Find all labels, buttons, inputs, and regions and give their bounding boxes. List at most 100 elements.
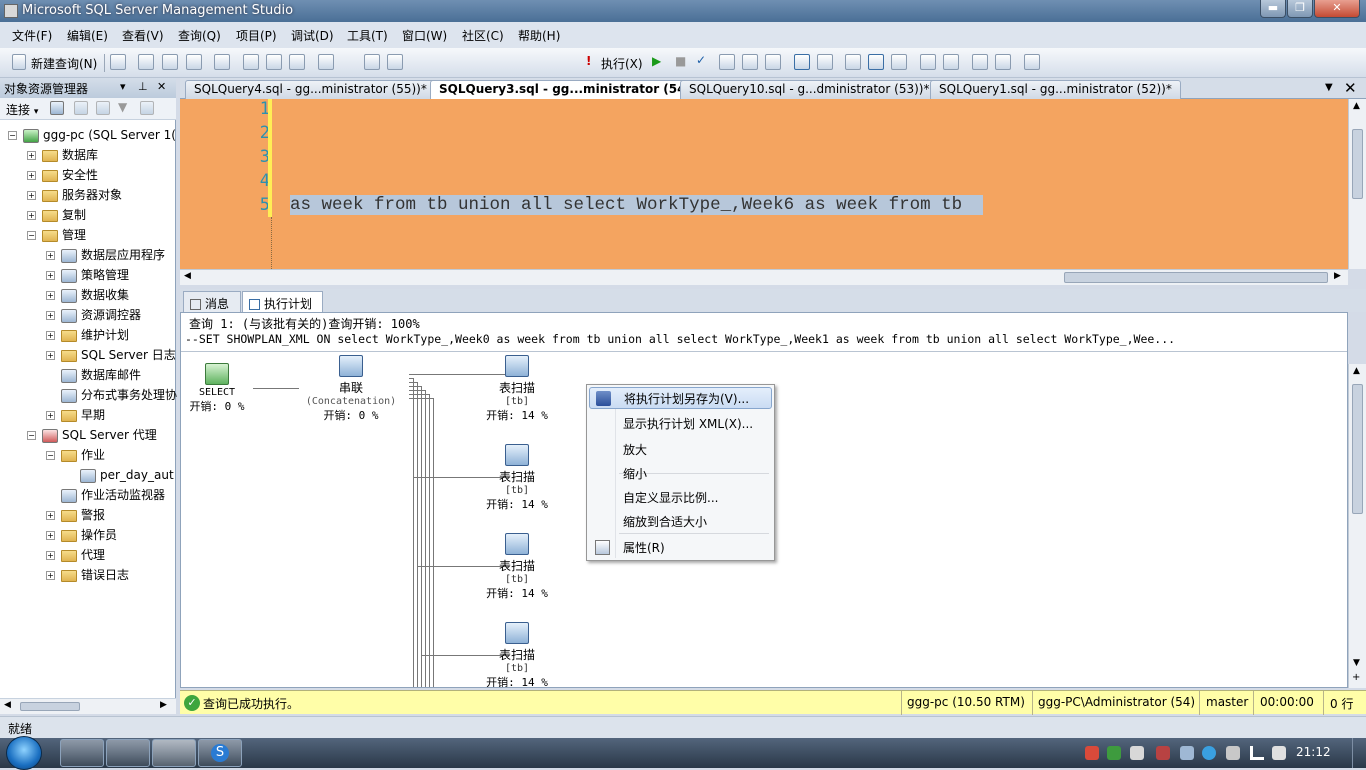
expand-icon[interactable]: + [46, 251, 55, 260]
expand-icon[interactable]: + [46, 311, 55, 320]
editor-vertical-scrollbar[interactable]: ▲ [1348, 99, 1366, 269]
tree-server-objects[interactable]: + 服务器对象 [27, 185, 122, 205]
expand-icon[interactable]: + [46, 511, 55, 520]
taskbar-ssms[interactable] [152, 739, 196, 767]
filter-icon[interactable]: ▼ [118, 100, 127, 114]
expand-icon[interactable]: + [46, 351, 55, 360]
comment-icon[interactable] [920, 54, 936, 70]
zoom-navigator-icon[interactable]: + [1352, 672, 1360, 683]
scroll-down-icon[interactable]: ▼ [1353, 658, 1360, 668]
scroll-right-icon[interactable]: ▶ [160, 700, 167, 710]
tab-sqlquery4[interactable]: SQLQuery4.sql - gg...ministrator (55))* [185, 80, 436, 99]
menu-item-show-xml[interactable]: 显示执行计划 XML(X)... [589, 413, 772, 435]
specify-template-icon[interactable] [1024, 54, 1040, 70]
taskbar-app[interactable]: S [198, 739, 242, 767]
scroll-thumb[interactable] [1064, 272, 1328, 283]
plan-node-table-scan[interactable]: 表扫描 [tb] 开销: 14 % [481, 444, 553, 512]
object-explorer-horizontal-scrollbar[interactable]: ◀ ▶ [0, 698, 176, 714]
uncomment-icon[interactable] [943, 54, 959, 70]
menu-item-zoom-out[interactable]: 缩小 [589, 463, 772, 485]
expand-icon[interactable]: + [46, 271, 55, 280]
client-statistics-icon[interactable] [817, 54, 833, 70]
tree-data-collection[interactable]: + 数据收集 [46, 285, 129, 305]
print-icon[interactable] [289, 54, 305, 70]
plan-node-table-scan[interactable]: 表扫描 [tb] 开销: 14 % [481, 355, 553, 423]
specify-values-icon[interactable] [765, 54, 781, 70]
plan-node-table-scan[interactable]: 表扫描 [tb] 开销: 14 % [481, 533, 553, 601]
menu-community[interactable]: 社区(C) [462, 27, 504, 44]
tree-maintenance[interactable]: + 维护计划 [46, 325, 129, 345]
expand-icon[interactable]: + [46, 411, 55, 420]
parse-check-icon[interactable]: ✓ [696, 53, 706, 67]
results-to-grid-icon[interactable] [868, 54, 884, 70]
menu-edit[interactable]: 编辑(E) [67, 27, 108, 44]
tree-dac[interactable]: + 数据层应用程序 [46, 245, 165, 265]
expand-icon[interactable]: + [27, 171, 36, 180]
scroll-thumb[interactable] [20, 702, 80, 711]
tree-jobs[interactable]: − 作业 [46, 445, 105, 465]
tree-sql-agent[interactable]: − SQL Server 代理 [27, 425, 157, 445]
menu-item-zoom-to-fit[interactable]: 缩放到合适大小 [589, 511, 772, 533]
chevron-down-icon[interactable]: ▾ [34, 107, 39, 117]
menu-query[interactable]: 查询(Q) [178, 27, 221, 44]
volume-icon[interactable] [1272, 746, 1286, 760]
tree-databases[interactable]: + 数据库 [27, 145, 98, 165]
scroll-thumb[interactable] [1352, 129, 1363, 199]
pin-icon[interactable]: ⊥ [138, 80, 148, 93]
maximize-button[interactable]: ❐ [1287, 0, 1313, 18]
disconnect-icon[interactable] [74, 101, 88, 115]
expand-icon[interactable]: + [46, 571, 55, 580]
tree-operators[interactable]: + 操作员 [46, 525, 117, 545]
minimize-button[interactable]: ▬ [1260, 0, 1286, 18]
tree-resource-governor[interactable]: + 资源调控器 [46, 305, 141, 325]
tree-proxies[interactable]: + 代理 [46, 545, 105, 565]
tray-icon[interactable] [1180, 746, 1194, 760]
plan-node-table-scan[interactable]: 表扫描 [tb] 开销: 14 % [481, 622, 553, 687]
expand-icon[interactable]: + [27, 191, 36, 200]
plan-node-concatenation[interactable]: 串联 (Concatenation) 开销: 0 % [301, 355, 401, 423]
plan-node-select[interactable]: SELECT 开销: 0 % [187, 363, 247, 414]
scroll-up-icon[interactable]: ▲ [1353, 101, 1360, 111]
database-engine-query-icon[interactable] [138, 54, 154, 70]
tray-icon[interactable] [1156, 746, 1170, 760]
plan-vertical-scrollbar[interactable]: ▲ ▼ + [1348, 364, 1366, 688]
connect-icon[interactable] [364, 54, 380, 70]
network-icon[interactable] [1250, 746, 1264, 760]
tree-management[interactable]: − 管理 [27, 225, 86, 245]
tab-execution-plan[interactable]: 执行计划 [242, 291, 323, 312]
collapse-icon[interactable]: − [27, 431, 36, 440]
tree-server[interactable]: − ggg-pc (SQL Server 1( [8, 125, 176, 145]
decrease-indent-icon[interactable] [972, 54, 988, 70]
collapse-icon[interactable]: − [46, 451, 55, 460]
xmla-query-icon[interactable] [186, 54, 202, 70]
new-file-icon[interactable] [110, 54, 126, 70]
dropdown-icon[interactable]: ▾ [120, 80, 126, 93]
tree-alerts[interactable]: + 警报 [46, 505, 105, 525]
scroll-thumb[interactable] [1352, 384, 1363, 514]
tree-replication[interactable]: + 复制 [27, 205, 86, 225]
scroll-left-icon[interactable]: ◀ [184, 271, 191, 281]
open-file-icon[interactable] [243, 54, 259, 70]
expand-icon[interactable]: + [27, 151, 36, 160]
activity-monitor-icon[interactable] [318, 54, 334, 70]
start-button[interactable] [6, 736, 42, 770]
expand-icon[interactable]: + [46, 551, 55, 560]
show-desktop-button[interactable] [1352, 738, 1366, 768]
tray-icon[interactable] [1226, 746, 1240, 760]
tree-security[interactable]: + 安全性 [27, 165, 98, 185]
scroll-right-icon[interactable]: ▶ [1334, 271, 1341, 281]
tree-db-mail[interactable]: 数据库邮件 [61, 365, 141, 385]
clock[interactable]: 21:12 [1296, 745, 1331, 759]
menu-window[interactable]: 窗口(W) [402, 27, 447, 44]
code-line-5[interactable]: as week from tb union all select WorkTyp… [290, 195, 984, 215]
tab-sqlquery1[interactable]: SQLQuery1.sql - gg...ministrator (52))* [930, 80, 1181, 99]
increase-indent-icon[interactable] [995, 54, 1011, 70]
connect-object-icon[interactable] [50, 101, 64, 115]
taskbar-app-tools[interactable] [60, 739, 104, 767]
close-button[interactable]: ✕ [1314, 0, 1360, 18]
tree-sql-logs[interactable]: + SQL Server 日志 [46, 345, 176, 365]
results-to-file-icon[interactable] [891, 54, 907, 70]
tree-dtc[interactable]: 分布式事务处理协 [61, 385, 177, 405]
expand-icon[interactable]: + [46, 331, 55, 340]
menu-view[interactable]: 查看(V) [122, 27, 164, 44]
